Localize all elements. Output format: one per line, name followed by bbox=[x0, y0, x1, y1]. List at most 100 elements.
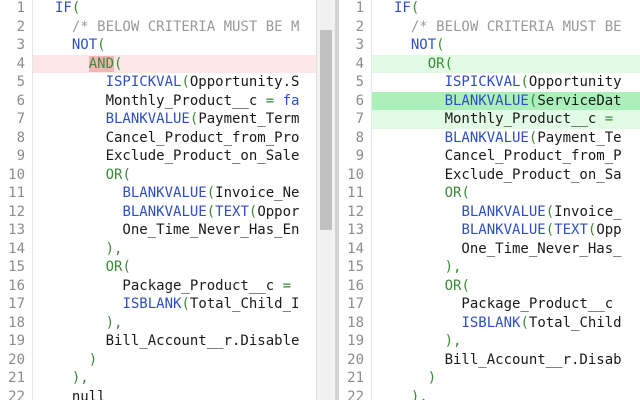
code-token: ( bbox=[520, 314, 529, 331]
code-line: OR( bbox=[33, 166, 316, 185]
code-token: Monthly_Product__c bbox=[394, 111, 605, 127]
code-token: BLANKVALUE bbox=[105, 111, 190, 127]
line-number: 21 bbox=[8, 370, 25, 386]
code-line: BLANKVALUE(TEXT(Oppor bbox=[33, 203, 316, 222]
code-token: ( bbox=[461, 277, 470, 294]
line-number: 19 bbox=[8, 333, 25, 349]
code-token: NOT bbox=[55, 37, 98, 53]
code-token: Opp bbox=[596, 222, 622, 238]
code-line: IF( bbox=[33, 0, 316, 18]
code-token: ) bbox=[55, 351, 98, 368]
code-line: BLANKVALUE(Invoice_Ne bbox=[33, 184, 316, 203]
code-token: Total_Child bbox=[528, 314, 622, 331]
line-number: 12 bbox=[8, 203, 25, 220]
code-token: Opportunity.S bbox=[189, 74, 300, 90]
code-token: ), bbox=[55, 240, 123, 257]
code-line: ), bbox=[372, 332, 640, 351]
code-line: Exclude_Product_on_Sa bbox=[372, 166, 640, 185]
code-line-del: AND( bbox=[33, 54, 316, 73]
code-line: NOT( bbox=[33, 36, 316, 55]
code-line: ISPICKVAL(Opportunity bbox=[372, 73, 640, 92]
code-line: One_Time_Never_Has_En bbox=[33, 221, 316, 240]
line-number: 17 bbox=[8, 296, 25, 312]
code-token: Bill_Account__r.Disab bbox=[394, 351, 622, 368]
line-number: 12 bbox=[347, 203, 364, 220]
line-number: 14 bbox=[8, 240, 25, 257]
code-token: ( bbox=[122, 166, 131, 183]
code-line: Package_Product__c = bbox=[33, 277, 316, 296]
code-line: ISPICKVAL(Opportunity.S bbox=[33, 73, 316, 92]
code-line: ), bbox=[372, 258, 640, 277]
code-token: ( bbox=[206, 203, 216, 220]
line-number: 4 bbox=[355, 55, 364, 72]
code-token: ( bbox=[520, 74, 529, 90]
code-line: /* BELOW CRITERIA MUST BE bbox=[372, 18, 640, 37]
code-token: ( bbox=[71, 0, 81, 16]
code-token: ( bbox=[114, 55, 123, 72]
code-token: Exclude_Product_on_Sa bbox=[394, 166, 622, 183]
line-number: 15 bbox=[347, 259, 364, 275]
code-token: BLANKVALUE bbox=[122, 185, 207, 201]
line-number: 7 bbox=[355, 111, 364, 127]
code-line: One_Time_Never_Has_ bbox=[372, 240, 640, 259]
line-number: 7 bbox=[16, 111, 25, 127]
diff-viewer: 1 2 3 4 5 6 7 8 9 10 11 12 13 14 15 16 17 18 19 20 21 22 IF( … bbox=[0, 0, 640, 400]
line-number: 22 bbox=[8, 388, 25, 400]
line-number: 21 bbox=[347, 370, 364, 386]
code-token: OR bbox=[444, 185, 462, 201]
code-line: ), bbox=[372, 388, 640, 400]
code-token: ( bbox=[461, 185, 470, 201]
code-line: IF( bbox=[372, 0, 640, 18]
vertical-scrollbar[interactable] bbox=[316, 0, 335, 400]
code-token: /* BELOW CRITERIA MUST BE M bbox=[55, 18, 300, 35]
code-token: Total_Child_I bbox=[189, 296, 300, 312]
code-token: AND bbox=[88, 55, 115, 72]
code-line: BLANKVALUE(Invoice_ bbox=[372, 203, 640, 222]
code-token: Exclude_Product_on_Sale bbox=[55, 148, 300, 164]
modified-code-area[interactable]: IF( /* BELOW CRITERIA MUST BE NOT( OR( I… bbox=[372, 0, 640, 400]
code-token: Bill_Account__r.Disable bbox=[55, 333, 300, 349]
code-token: IF bbox=[55, 0, 72, 16]
code-line: ) bbox=[372, 369, 640, 388]
line-number: 16 bbox=[8, 277, 25, 294]
line-number: 5 bbox=[16, 74, 25, 90]
code-line: BLANKVALUE(Payment_Te bbox=[372, 129, 640, 148]
code-token: ( bbox=[444, 55, 454, 72]
line-number: 20 bbox=[8, 351, 25, 368]
line-number: 2 bbox=[355, 18, 364, 35]
line-number: 22 bbox=[347, 388, 364, 400]
scrollbar-thumb[interactable] bbox=[320, 30, 332, 230]
code-token: ) bbox=[394, 370, 437, 386]
code-line: ), bbox=[33, 240, 316, 259]
line-number: 9 bbox=[355, 148, 364, 164]
original-code-area[interactable]: IF( /* BELOW CRITERIA MUST BE M NOT( AND… bbox=[33, 0, 316, 400]
code-line: /* BELOW CRITERIA MUST BE M bbox=[33, 18, 316, 37]
code-line: NOT( bbox=[372, 36, 640, 55]
code-line: ISBLANK(Total_Child bbox=[372, 314, 640, 333]
code-token: BLANKVALUE bbox=[444, 129, 529, 146]
line-number: 16 bbox=[347, 277, 364, 294]
code-token: ISPICKVAL bbox=[105, 74, 182, 90]
code-token: NOT bbox=[394, 37, 437, 53]
code-token: = bbox=[282, 277, 292, 294]
code-token: ( bbox=[545, 222, 555, 238]
line-number: 1 bbox=[355, 0, 364, 16]
code-token: OR bbox=[427, 55, 445, 72]
code-token: ), bbox=[55, 370, 89, 386]
code-token: ), bbox=[55, 314, 123, 331]
code-line-add: Monthly_Product__c = bbox=[372, 110, 640, 129]
code-token: ISBLANK bbox=[461, 314, 521, 331]
line-number: 4 bbox=[16, 55, 25, 72]
code-token: ), bbox=[394, 259, 462, 275]
line-number: 20 bbox=[347, 351, 364, 368]
code-token: ( bbox=[545, 203, 555, 220]
